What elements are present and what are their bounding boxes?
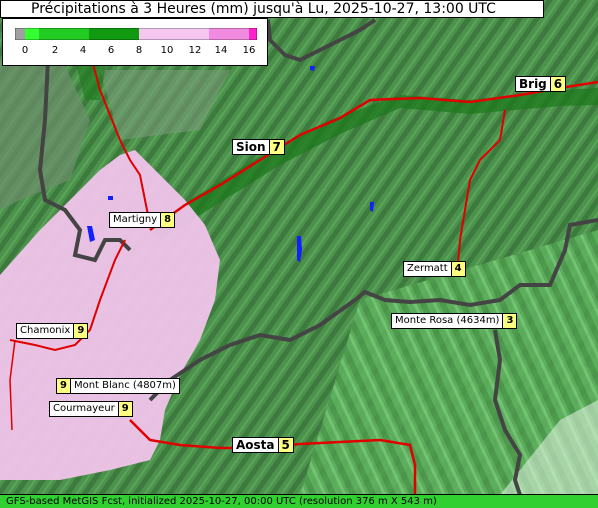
location-value: 9 [56,378,70,394]
legend-tick-label: 16 [242,45,256,56]
legend: 0 2 4 6 8 10 12 14 16 [2,18,268,66]
location-brig[interactable]: Brig 6 [515,76,567,92]
location-name: Courmayeur [49,401,119,417]
legend-tick-label: 2 [51,45,59,56]
location-monte-rosa[interactable]: Monte Rosa (4634m) 3 [391,313,518,329]
location-value: 9 [118,401,133,417]
map-canvas[interactable] [0,0,598,508]
location-sion[interactable]: Sion 7 [232,139,285,155]
location-chamonix[interactable]: Chamonix 9 [16,323,89,339]
map-title: Précipitations à 3 Heures (mm) jusqu'à L… [0,0,544,18]
location-aosta[interactable]: Aosta 5 [232,437,294,453]
legend-color-bar [15,28,257,40]
location-value: 8 [161,212,176,228]
location-name: Chamonix [16,323,75,339]
location-name: Sion [232,139,270,155]
legend-tick-label: 8 [135,45,143,56]
location-mont-blanc[interactable]: 9 Mont Blanc (4807m) [56,378,180,394]
legend-tick-label: 12 [188,45,202,56]
location-name: Zermatt [403,261,452,277]
location-name: Aosta [232,437,279,453]
forecast-footer: GFS-based MetGIS Fcst, initialized 2025-… [0,494,598,508]
location-name: Mont Blanc (4807m) [69,378,180,394]
location-value: 3 [503,313,518,329]
location-value: 7 [269,139,285,155]
location-courmayeur[interactable]: Courmayeur 9 [49,401,133,417]
location-name: Monte Rosa (4634m) [391,313,504,329]
lake-4 [108,196,113,200]
location-value: 9 [74,323,89,339]
legend-tick-label: 10 [160,45,174,56]
legend-tick-label: 4 [79,45,87,56]
legend-tick-label: 0 [21,45,29,56]
location-value: 6 [550,76,567,92]
location-value: 4 [451,261,466,277]
legend-tick-label: 6 [107,45,115,56]
location-zermatt[interactable]: Zermatt 4 [403,261,466,277]
location-value: 5 [278,437,294,453]
legend-tick-label: 14 [214,45,228,56]
location-martigny[interactable]: Martigny 8 [109,212,176,228]
location-name: Martigny [109,212,162,228]
location-name: Brig [515,76,551,92]
